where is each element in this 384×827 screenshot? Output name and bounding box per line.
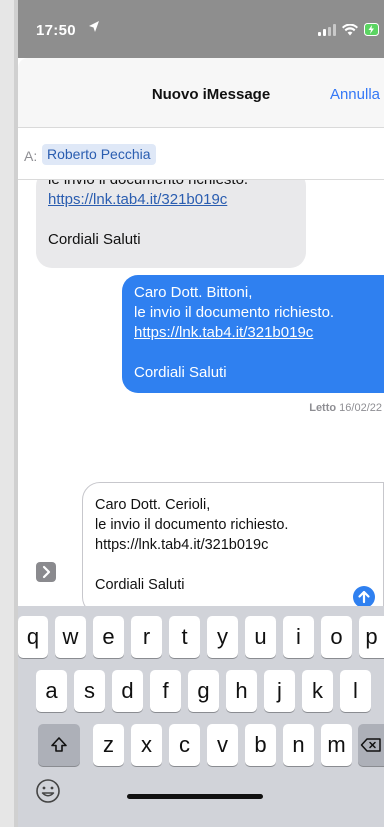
- key-y[interactable]: y: [207, 616, 238, 658]
- key-l[interactable]: l: [340, 670, 371, 712]
- key-u[interactable]: u: [245, 616, 276, 658]
- recipient-token[interactable]: Roberto Pecchia: [42, 144, 156, 165]
- cancel-button[interactable]: Annulla: [330, 86, 380, 103]
- key-e[interactable]: e: [93, 616, 124, 658]
- key-k[interactable]: k: [302, 670, 333, 712]
- key-c[interactable]: c: [169, 724, 200, 766]
- key-r[interactable]: r: [131, 616, 162, 658]
- home-indicator[interactable]: [127, 794, 263, 799]
- signal-icon: [318, 23, 336, 36]
- message-link[interactable]: https://lnk.tab4.it/321b019c: [48, 190, 294, 210]
- input-line: le invio il documento richiesto.: [95, 517, 289, 533]
- key-h[interactable]: h: [226, 670, 257, 712]
- message-input[interactable]: Caro Dott. Cerioli, le invio il document…: [82, 482, 384, 615]
- incoming-message-bubble[interactable]: le invio il documento richiesto. https:/…: [36, 180, 306, 268]
- new-message-sheet: Nuovo iMessage Annulla A: Roberto Pecchi…: [18, 58, 384, 827]
- key-v[interactable]: v: [207, 724, 238, 766]
- key-n[interactable]: n: [283, 724, 314, 766]
- key-p[interactable]: p: [359, 616, 384, 658]
- message-line: Cordiali Saluti: [134, 364, 227, 381]
- message-line: Cordiali Saluti: [48, 231, 141, 248]
- message-line: Caro Dott. Bittoni,: [134, 284, 253, 301]
- nav-bar: Nuovo iMessage Annulla: [18, 58, 384, 128]
- backspace-icon: [360, 738, 381, 752]
- shift-icon: [51, 737, 67, 752]
- key-i[interactable]: i: [283, 616, 314, 658]
- status-time: 17:50: [36, 22, 76, 39]
- recipient-label: A:: [24, 148, 38, 164]
- key-g[interactable]: g: [188, 670, 219, 712]
- read-receipt-date: 16/02/22: [339, 402, 382, 414]
- status-icons: [318, 23, 380, 36]
- key-t[interactable]: t: [169, 616, 200, 658]
- input-line: Cordiali Saluti: [95, 577, 185, 593]
- recipient-field[interactable]: A: Roberto Pecchia: [18, 128, 384, 180]
- input-line: Caro Dott. Cerioli,: [95, 497, 211, 513]
- status-bar: 17:50: [18, 0, 384, 58]
- message-thread[interactable]: le invio il documento richiesto. https:/…: [18, 180, 384, 472]
- key-s[interactable]: s: [74, 670, 105, 712]
- key-f[interactable]: f: [150, 670, 181, 712]
- chevron-right-icon: [42, 565, 51, 579]
- key-d[interactable]: d: [112, 670, 143, 712]
- key-j[interactable]: j: [264, 670, 295, 712]
- outgoing-message-bubble[interactable]: Caro Dott. Bittoni, le invio il document…: [122, 275, 384, 393]
- message-line: le invio il documento richiesto.: [48, 180, 294, 190]
- backspace-key[interactable]: [358, 724, 384, 766]
- read-receipt: Letto 16/02/22: [309, 402, 382, 414]
- apps-expand-button[interactable]: [36, 562, 56, 582]
- shift-key[interactable]: [38, 724, 80, 766]
- key-q[interactable]: q: [18, 616, 48, 658]
- arrow-up-icon: [358, 590, 370, 604]
- message-line: le invio il documento richiesto.: [134, 304, 335, 321]
- location-arrow-icon: [89, 21, 99, 32]
- key-x[interactable]: x: [131, 724, 162, 766]
- key-z[interactable]: z: [93, 724, 124, 766]
- key-o[interactable]: o: [321, 616, 352, 658]
- key-w[interactable]: w: [55, 616, 86, 658]
- compose-area: Caro Dott. Cerioli, le invio il document…: [18, 472, 384, 615]
- read-receipt-label: Letto: [309, 402, 337, 414]
- message-link[interactable]: https://lnk.tab4.it/321b019c: [134, 323, 372, 343]
- input-blank-line: [95, 555, 371, 575]
- send-button[interactable]: [353, 586, 375, 608]
- input-line: https://lnk.tab4.it/321b019c: [95, 537, 269, 553]
- wifi-icon: [342, 23, 358, 35]
- emoji-icon[interactable]: [34, 777, 62, 805]
- key-m[interactable]: m: [321, 724, 352, 766]
- key-b[interactable]: b: [245, 724, 276, 766]
- battery-charging-icon: [364, 23, 379, 36]
- key-a[interactable]: a: [36, 670, 67, 712]
